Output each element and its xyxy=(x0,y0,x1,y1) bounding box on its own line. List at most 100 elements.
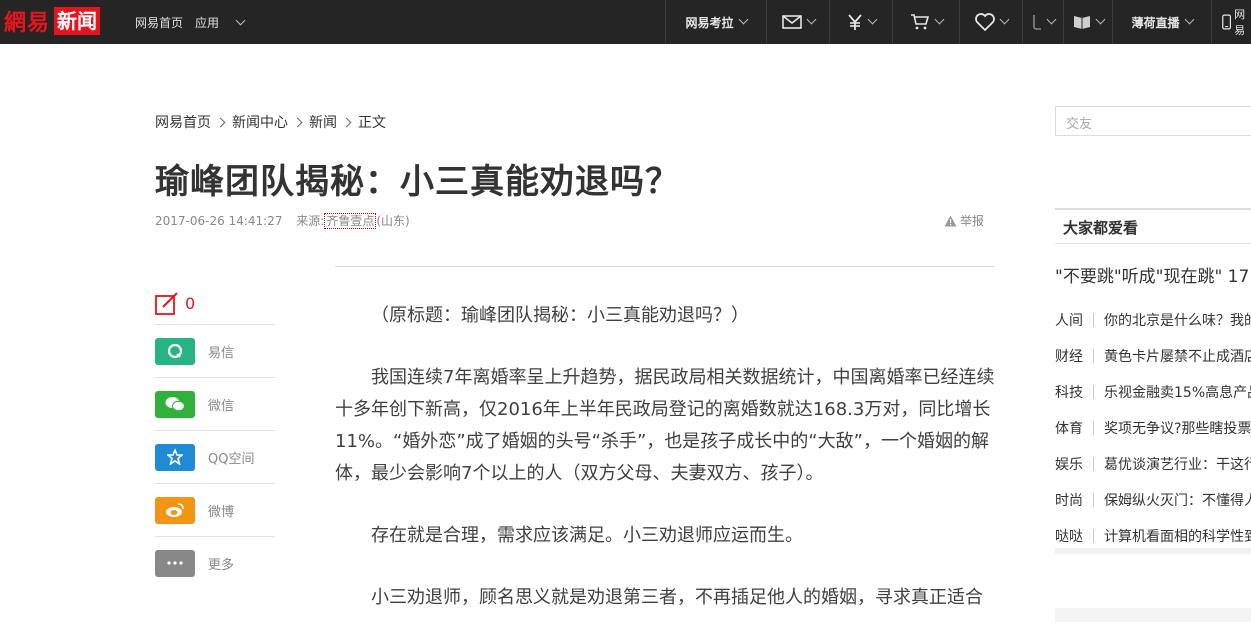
heart-icon xyxy=(974,13,995,31)
popular-list: 人间 你的北京是什么味？我的 财经 黄色卡片屡禁不止成酒店 科技 乐视金融卖15%高息… xyxy=(1055,302,1251,554)
comment-count: 0 xyxy=(185,294,196,313)
breadcrumb-current: 正文 xyxy=(358,115,386,131)
title-divider xyxy=(335,266,995,267)
share-label: 微博 xyxy=(208,504,235,520)
list-item[interactable]: 财经 黄色卡片屡禁不止成酒店 xyxy=(1055,338,1251,374)
chevron-down-icon xyxy=(235,15,246,25)
nav-netease-home[interactable]: 网易首页 xyxy=(135,14,183,31)
netease-news-logo[interactable]: 網易 新闻 xyxy=(4,6,101,36)
list-item-text: 保姆纵火灭门：不懂得人 xyxy=(1104,493,1251,509)
nav-kaola[interactable]: 网易考拉 xyxy=(665,0,766,44)
share-weibo[interactable]: 微博 xyxy=(155,484,275,537)
chevron-down-icon xyxy=(867,14,877,24)
share-qzone[interactable]: QQ空间 xyxy=(155,431,275,484)
list-item[interactable]: 时尚 保姆纵火灭门：不懂得人 xyxy=(1055,482,1251,518)
nav-reader[interactable] xyxy=(1063,0,1112,44)
source-suffix: (山东) xyxy=(376,214,410,228)
chevron-right-icon xyxy=(215,117,226,127)
chevron-down-icon xyxy=(999,14,1009,24)
phone-icon xyxy=(1032,15,1041,30)
search-input[interactable]: 交友 xyxy=(1055,106,1251,136)
breadcrumb-news[interactable]: 新闻 xyxy=(309,112,337,132)
divider xyxy=(1093,457,1094,471)
article-paragraph: 小三劝退师，顾名思义就是劝退第三者，不再插足他人的婚姻，寻求真正适合 xyxy=(371,587,983,608)
nav-kaola-label: 网易考拉 xyxy=(685,15,734,30)
mail-icon xyxy=(781,15,802,29)
list-item-category: 时尚 xyxy=(1055,493,1083,509)
article-paragraph: （原标题：瑜峰团队揭秘：小三真能劝退吗？） xyxy=(371,305,749,326)
report-button[interactable]: 举报 xyxy=(944,212,984,229)
popular-box-title: 大家都爱看 xyxy=(1055,208,1251,244)
nav-phone[interactable] xyxy=(1022,0,1063,44)
list-item-category: 科技 xyxy=(1055,385,1083,401)
comment-button[interactable]: 0 xyxy=(155,283,275,325)
divider xyxy=(1093,421,1094,435)
book-icon xyxy=(1073,16,1090,29)
chevron-right-icon xyxy=(341,117,352,127)
more-dots-icon xyxy=(155,549,195,577)
list-item-category: 财经 xyxy=(1055,349,1083,365)
list-item-text: 计算机看面相的科学性到 xyxy=(1104,529,1251,545)
nav-mobile-label: 网易 xyxy=(1234,8,1246,37)
weibo-icon xyxy=(155,496,195,524)
nav-mobile-netease[interactable]: 网易 xyxy=(1211,0,1251,44)
nav-apps-label: 应用 xyxy=(195,15,220,30)
nav-favorites[interactable] xyxy=(959,0,1022,44)
breadcrumb-news-center[interactable]: 新闻中心 xyxy=(232,112,288,132)
nav-apps[interactable]: 应用 xyxy=(195,14,246,31)
share-panel: 0 易信 微信 QQ空间 微博 更多 xyxy=(155,283,275,589)
nav-mail[interactable] xyxy=(766,0,829,44)
share-wechat[interactable]: 微信 xyxy=(155,378,275,431)
edit-comment-icon xyxy=(155,291,178,315)
divider xyxy=(1093,313,1094,327)
top-left-nav: 网易首页 应用 xyxy=(135,0,256,44)
article-body: （原标题：瑜峰团队揭秘：小三真能劝退吗？） 我国连续7年离婚率呈上升趋势，据民政… xyxy=(335,300,995,644)
popular-headline[interactable]: "不要跳"听成"现在跳" 17 xyxy=(1055,262,1249,287)
chevron-down-icon xyxy=(806,14,816,24)
chevron-right-icon xyxy=(292,117,303,127)
chevron-down-icon xyxy=(1095,14,1105,24)
list-item-text: 你的北京是什么味？我的 xyxy=(1104,313,1251,329)
top-right-nav: 网易考拉 薄荷直播 网易 xyxy=(665,0,1251,44)
list-item-category: 娱乐 xyxy=(1055,457,1083,473)
report-label: 举报 xyxy=(960,214,985,228)
share-label: 微信 xyxy=(208,398,235,414)
breadcrumb-home[interactable]: 网易首页 xyxy=(155,112,211,132)
chevron-down-icon xyxy=(1046,14,1056,24)
article-title: 瑜峰团队揭秘：小三真能劝退吗？ xyxy=(155,162,680,202)
chevron-down-icon xyxy=(1184,14,1194,24)
list-item-text: 奖项无争议?那些瞎投票 xyxy=(1104,421,1251,437)
nav-finance[interactable] xyxy=(829,0,892,44)
divider xyxy=(1093,493,1094,507)
list-item[interactable]: 科技 乐视金融卖15%高息产品 xyxy=(1055,374,1251,410)
list-item[interactable]: 娱乐 葛优谈演艺行业：干这行 xyxy=(1055,446,1251,482)
list-item-category: 体育 xyxy=(1055,421,1083,437)
list-item[interactable]: 人间 你的北京是什么味？我的 xyxy=(1055,302,1251,338)
nav-live-label: 薄荷直播 xyxy=(1131,15,1180,30)
share-yixin[interactable]: 易信 xyxy=(155,325,275,378)
divider xyxy=(1093,529,1094,543)
article-paragraph: 我国连续7年离婚率呈上升趋势，据民政局相关数据统计，中国离婚率已经连续十多年创下… xyxy=(335,367,995,484)
list-item[interactable]: 体育 奖项无争议?那些瞎投票 xyxy=(1055,410,1251,446)
top-navigation-bar: 網易 新闻 网易首页 应用 网易考拉 薄荷直播 网易 xyxy=(0,0,1251,44)
list-item-category: 哒哒 xyxy=(1055,529,1083,545)
yixin-icon xyxy=(155,337,195,365)
source-prefix: 来源: xyxy=(296,214,325,228)
source-link[interactable]: 齐鲁壹点 xyxy=(324,213,377,229)
divider xyxy=(1093,385,1094,399)
share-label: QQ空间 xyxy=(208,451,255,467)
wechat-icon xyxy=(155,390,195,418)
chevron-down-icon xyxy=(738,14,748,24)
cart-icon xyxy=(910,14,929,30)
breadcrumb: 网易首页 新闻中心 新闻 正文 xyxy=(155,112,386,132)
nav-cart[interactable] xyxy=(892,0,959,44)
share-label: 易信 xyxy=(208,345,235,361)
article-datetime: 2017-06-26 14:41:27 xyxy=(155,214,283,228)
article-meta: 2017-06-26 14:41:27 来源: 齐鲁壹点 (山东) xyxy=(155,212,410,229)
nav-live[interactable]: 薄荷直播 xyxy=(1112,0,1211,44)
list-item-category: 人间 xyxy=(1055,313,1083,329)
sidebar-divider xyxy=(1055,548,1251,554)
yen-icon xyxy=(847,14,862,30)
share-more[interactable]: 更多 xyxy=(155,537,275,589)
chevron-down-icon xyxy=(934,14,944,24)
